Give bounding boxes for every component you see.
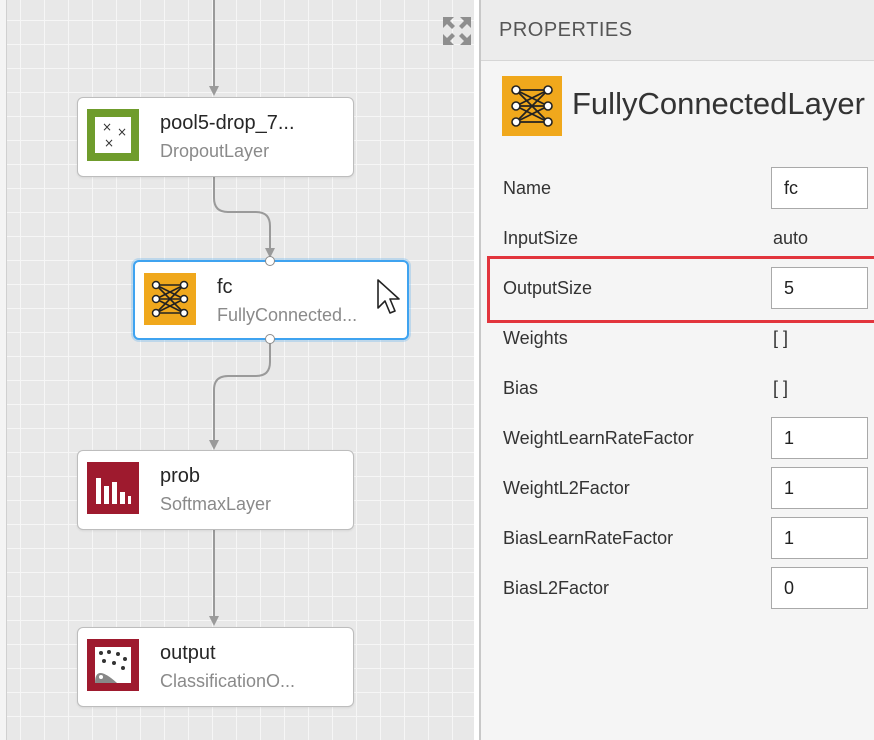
layer-node-fc[interactable]: fc FullyConnected... [133,260,409,340]
fully-connected-icon [502,76,562,136]
fully-connected-icon [144,273,196,325]
input-port[interactable] [265,256,275,266]
layer-node-type: FullyConnected... [217,305,358,325]
properties-header: PROPERTIES [481,0,874,61]
output-port[interactable] [265,334,275,344]
svg-text:×: × [104,136,114,150]
prop-label-weightl2factor: WeightL2Factor [503,478,630,498]
layer-node-prob[interactable]: prob SoftmaxLayer [77,450,354,530]
prop-label-weights: Weights [503,328,568,348]
prop-label-biasl2factor: BiasL2Factor [503,578,610,598]
layer-node-output[interactable]: output ClassificationO... [77,627,354,707]
bias-value: [ ] [773,378,789,398]
outputsize-highlight-box [487,256,874,323]
network-canvas[interactable]: × × × pool5-drop_7... DropoutLayer fc Fu… [0,0,474,740]
prop-label-name: Name [503,178,552,198]
layer-node-type: DropoutLayer [160,141,270,161]
prop-label-biaslearnratefactor: BiasLearnRateFactor [503,528,674,548]
prop-label-bias: Bias [503,378,539,398]
weightlearnratefactor-field[interactable]: 1 [771,417,868,459]
svg-text:×: × [102,120,112,134]
layer-node-name: fc [217,276,233,298]
layer-title: FullyConnectedLayer [572,86,865,121]
prop-label-weightlearnratefactor: WeightLearnRateFactor [503,428,694,448]
layer-node-name: prob [160,465,201,487]
mouse-cursor-icon [377,279,400,314]
inputsize-value: auto [773,228,809,248]
biaslearnratefactor-field[interactable]: 1 [771,517,868,559]
layer-node-name: pool5-drop_7... [160,112,295,134]
layer-node-name: output [160,642,216,664]
name-field[interactable]: fc [771,167,868,209]
wire-pool5-to-fc [213,176,275,258]
layer-node-pool5-drop[interactable]: × × × pool5-drop_7... DropoutLayer [77,97,354,177]
biasl2factor-field[interactable]: 0 [771,567,868,609]
svg-text:×: × [117,125,127,139]
dropout-icon: × × × [87,109,139,161]
fit-to-view-icon[interactable] [441,15,473,47]
weightl2factor-field[interactable]: 1 [771,467,868,509]
softmax-icon [87,462,139,514]
classification-output-icon [87,639,139,691]
panel-title: PROPERTIES [499,19,633,41]
layer-node-type: SoftmaxLayer [160,494,272,514]
weights-value: [ ] [773,328,789,348]
wire-fc-to-prob [209,340,271,450]
layer-node-type: ClassificationO... [160,671,296,691]
prop-label-inputsize: InputSize [503,228,579,248]
